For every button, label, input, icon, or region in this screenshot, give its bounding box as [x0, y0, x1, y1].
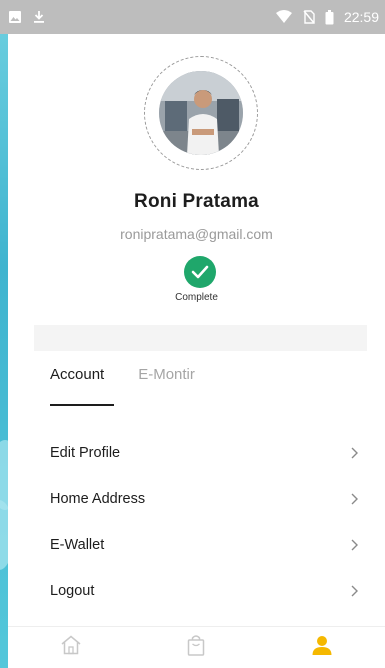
- menu-item-home-address[interactable]: Home Address: [50, 476, 360, 522]
- avatar-ring: [144, 56, 258, 170]
- profile-screen: Roni Pratama ronipratama@gmail.com Compl…: [8, 34, 385, 668]
- app-frame: 22:59 Roni Pratama ronipratama@gmail.com…: [0, 0, 385, 668]
- battery-icon: [325, 9, 334, 25]
- menu-item-e-wallet[interactable]: E-Wallet: [50, 522, 360, 568]
- menu-item-edit-profile[interactable]: Edit Profile: [50, 430, 360, 476]
- nav-home[interactable]: [51, 628, 91, 668]
- verification-status: Complete: [175, 292, 218, 303]
- menu-item-label: E-Wallet: [50, 537, 105, 553]
- no-sim-icon: [303, 10, 315, 24]
- shopping-bag-icon: [186, 634, 206, 661]
- menu-item-label: Home Address: [50, 491, 146, 507]
- bottom-navigation: [8, 626, 385, 668]
- menu-item-logout[interactable]: Logout: [50, 568, 360, 614]
- clock: 22:59: [343, 9, 379, 25]
- profile-tabs: Account E-Montir: [50, 366, 195, 406]
- chevron-right-icon: [348, 538, 360, 552]
- download-icon: [32, 10, 46, 24]
- wifi-icon: [275, 10, 293, 24]
- status-bar: 22:59: [0, 0, 385, 34]
- profile-email: ronipratama@gmail.com: [120, 226, 273, 242]
- chevron-right-icon: [348, 446, 360, 460]
- menu-item-label: Edit Profile: [50, 445, 121, 461]
- chevron-right-icon: [348, 584, 360, 598]
- profile-icon: [311, 635, 333, 660]
- tab-e-montir[interactable]: E-Montir: [138, 366, 195, 406]
- nav-profile[interactable]: [302, 628, 342, 668]
- verified-check-icon: [184, 256, 216, 288]
- nav-orders[interactable]: [176, 628, 216, 668]
- avatar[interactable]: [159, 71, 243, 155]
- image-icon: [8, 10, 22, 24]
- menu-item-label: Logout: [50, 583, 95, 599]
- home-icon: [60, 635, 82, 660]
- section-divider: [34, 325, 367, 351]
- profile-name: Roni Pratama: [134, 191, 259, 212]
- account-menu: Edit Profile Home Address E-Wallet Logou…: [50, 430, 360, 614]
- chevron-right-icon: [348, 492, 360, 506]
- tab-account[interactable]: Account: [50, 366, 115, 406]
